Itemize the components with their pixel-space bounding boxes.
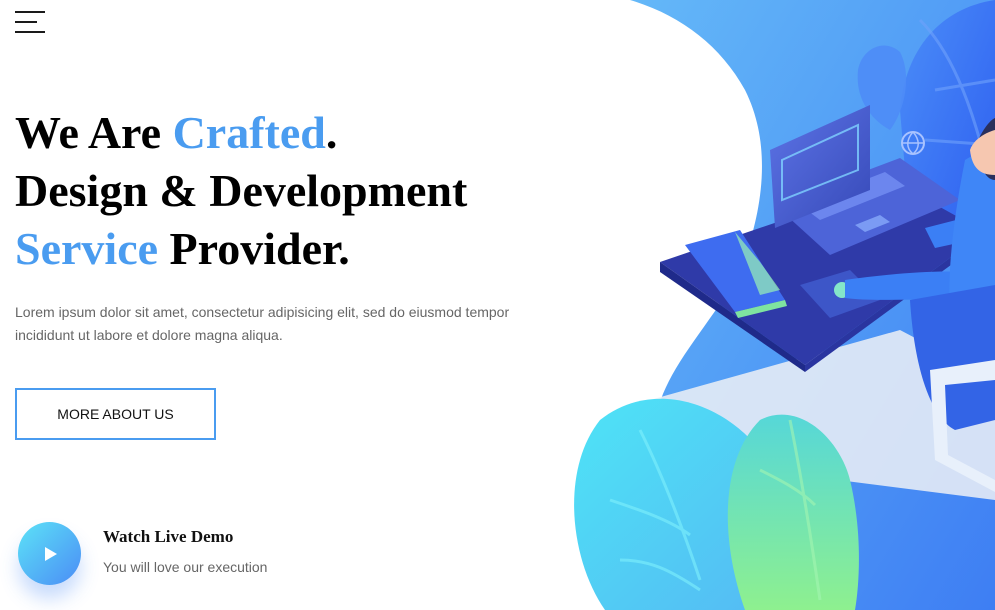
more-about-us-button[interactable]: MORE ABOUT US bbox=[15, 388, 216, 440]
hero-headline: We Are Crafted. Design & Development Ser… bbox=[15, 107, 468, 274]
demo-title: Watch Live Demo bbox=[103, 527, 234, 546]
demo-subtitle: You will love our execution bbox=[103, 559, 268, 575]
hamburger-menu-icon[interactable] bbox=[15, 11, 45, 33]
play-icon bbox=[45, 547, 57, 561]
play-video-button[interactable] bbox=[18, 522, 81, 585]
hero-description: Lorem ipsum dolor sit amet, consectetur … bbox=[15, 304, 510, 343]
